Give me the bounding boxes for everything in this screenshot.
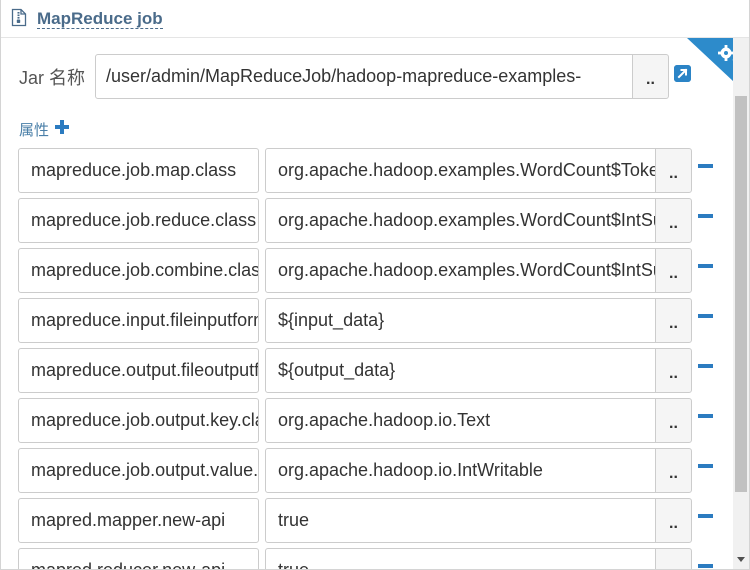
property-browse-button[interactable]: .. <box>655 448 692 493</box>
property-row: mapreduce.input.fileinputformat.inputdir… <box>1 298 731 344</box>
mapreduce-job-panel: MapReduce job Jar 名称 /user/admin/MapRedu… <box>0 0 750 570</box>
remove-property-minus-icon[interactable] <box>698 264 713 268</box>
property-browse-button[interactable]: .. <box>655 498 692 543</box>
property-key-input[interactable]: mapreduce.job.combine.class <box>18 248 259 293</box>
property-key-input[interactable]: mapreduce.job.output.key.class <box>18 398 259 443</box>
property-value-input[interactable]: true <box>265 548 656 569</box>
property-browse-button[interactable]: .. <box>655 548 692 569</box>
property-row: mapreduce.job.combine.class org.apache.h… <box>1 248 731 294</box>
remove-property-minus-icon[interactable] <box>698 364 713 368</box>
remove-property-minus-icon[interactable] <box>698 414 713 418</box>
properties-label: 属性 <box>19 122 50 139</box>
external-link-icon[interactable] <box>674 65 691 82</box>
property-row: mapreduce.job.reduce.class org.apache.ha… <box>1 198 731 244</box>
jar-name-label: Jar 名称 <box>19 68 86 88</box>
property-key-input[interactable]: mapreduce.job.output.value.class <box>18 448 259 493</box>
property-key-input[interactable]: mapreduce.input.fileinputformat.inputdir <box>18 298 259 343</box>
property-value-input[interactable]: true <box>265 498 656 543</box>
panel-header: MapReduce job <box>1 0 749 38</box>
property-browse-button[interactable]: .. <box>655 348 692 393</box>
remove-property-minus-icon[interactable] <box>698 464 713 468</box>
scrollbar-thumb[interactable] <box>735 96 747 492</box>
property-row: mapreduce.job.output.key.class org.apach… <box>1 398 731 444</box>
property-key-input[interactable]: mapred.reducer.new-api <box>18 548 259 569</box>
vertical-scrollbar[interactable] <box>733 38 749 569</box>
property-browse-button[interactable]: .. <box>655 198 692 243</box>
property-key-input[interactable]: mapreduce.job.map.class <box>18 148 259 193</box>
remove-property-minus-icon[interactable] <box>698 214 713 218</box>
add-property-plus-icon[interactable] <box>54 119 70 135</box>
jar-browse-button[interactable]: .. <box>632 54 669 99</box>
property-value-input[interactable]: org.apache.hadoop.io.IntWritable <box>265 448 656 493</box>
file-icon <box>11 8 27 27</box>
property-value-input[interactable]: ${output_data} <box>265 348 656 393</box>
property-value-input[interactable]: org.apache.hadoop.examples.WordCount$Int… <box>265 198 656 243</box>
remove-property-minus-icon[interactable] <box>698 314 713 318</box>
property-value-input[interactable]: org.apache.hadoop.examples.WordCount$Int… <box>265 248 656 293</box>
property-row: mapred.reducer.new-api true .. <box>1 548 731 569</box>
scroll-down-icon[interactable] <box>737 557 745 562</box>
property-browse-button[interactable]: .. <box>655 248 692 293</box>
property-key-input[interactable]: mapreduce.output.fileoutputformat.output… <box>18 348 259 393</box>
property-row: mapreduce.output.fileoutputformat.output… <box>1 348 731 394</box>
property-key-input[interactable]: mapred.mapper.new-api <box>18 498 259 543</box>
jar-path-input[interactable]: /user/admin/MapReduceJob/hadoop-mapreduc… <box>95 54 633 99</box>
property-browse-button[interactable]: .. <box>655 148 692 193</box>
property-value-input[interactable]: ${input_data} <box>265 298 656 343</box>
property-browse-button[interactable]: .. <box>655 398 692 443</box>
property-value-input[interactable]: org.apache.hadoop.examples.WordCount$Tok… <box>265 148 656 193</box>
property-value-input[interactable]: org.apache.hadoop.io.Text <box>265 398 656 443</box>
property-browse-button[interactable]: .. <box>655 298 692 343</box>
property-row: mapred.mapper.new-api true .. <box>1 498 731 544</box>
remove-property-minus-icon[interactable] <box>698 564 713 568</box>
property-row: mapreduce.job.output.value.class org.apa… <box>1 448 731 494</box>
remove-property-minus-icon[interactable] <box>698 164 713 168</box>
property-row: mapreduce.job.map.class org.apache.hadoo… <box>1 148 731 194</box>
page-title[interactable]: MapReduce job <box>37 9 163 29</box>
remove-property-minus-icon[interactable] <box>698 514 713 518</box>
property-key-input[interactable]: mapreduce.job.reduce.class <box>18 198 259 243</box>
